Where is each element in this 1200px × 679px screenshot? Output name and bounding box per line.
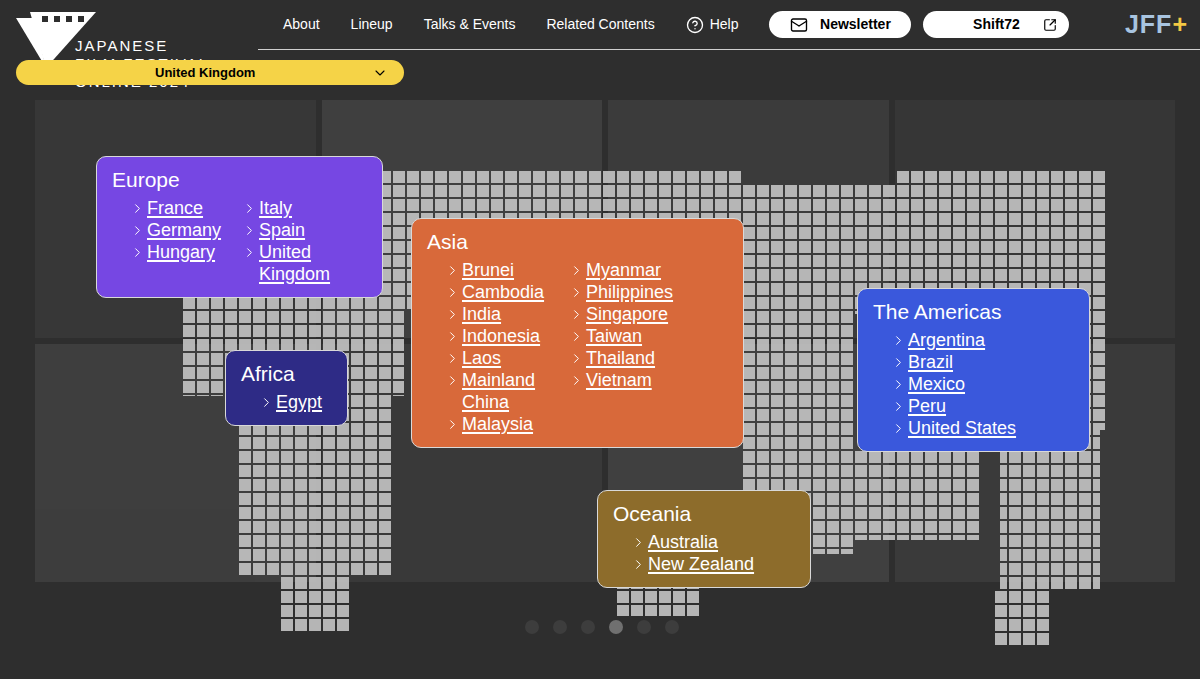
country-link[interactable]: Brazil (908, 351, 953, 373)
chevron-right-icon (445, 373, 460, 388)
region-card: Africa Egypt (225, 350, 348, 426)
chevron-right-icon (631, 535, 646, 550)
country-column: MyanmarPhilippinesSingaporeTaiwanThailan… (569, 259, 699, 435)
country-link[interactable]: Brunei (462, 259, 514, 281)
country-link[interactable]: Myanmar (586, 259, 661, 281)
country-link[interactable]: Thailand (586, 347, 655, 369)
country-link[interactable]: Taiwan (586, 325, 642, 347)
country-column: AustraliaNew Zealand (631, 531, 754, 575)
country-link[interactable]: Laos (462, 347, 501, 369)
country-link[interactable]: Mexico (908, 373, 965, 395)
header: JAPANESEFILM FESTIVALONLINE 2024 About Lin… (0, 0, 1200, 100)
chevron-right-icon (569, 373, 584, 388)
chevron-right-icon (569, 329, 584, 344)
region-card: Asia BruneiCambodiaIndiaIndonesiaLaosMain… (411, 218, 744, 448)
chevron-right-icon (891, 399, 906, 414)
mail-icon (790, 16, 808, 34)
nav-link[interactable]: Related Contents (546, 14, 654, 35)
region-card: EuropeFranceGermanyHungaryItalySpainUnit… (96, 156, 383, 298)
country-link[interactable]: Vietnam (586, 369, 652, 391)
region-title: The Americas (873, 299, 1079, 325)
country-link[interactable]: United Kingdom (259, 241, 352, 285)
chevron-right-icon (445, 263, 460, 278)
chevron-right-icon (445, 417, 460, 432)
country-link[interactable]: Indonesia (462, 325, 540, 347)
region-title: Europe (112, 167, 372, 193)
country-link[interactable]: Cambodia (462, 281, 544, 303)
country-link[interactable]: New Zealand (648, 553, 754, 575)
nav-link[interactable]: Help (686, 14, 739, 35)
carousel-dot[interactable] (637, 620, 651, 634)
country-column: FranceGermanyHungary (130, 197, 228, 285)
carousel-dots (525, 620, 679, 634)
region-title: Asia (427, 229, 733, 255)
page: JAPANESEFILM FESTIVALONLINE 2024 About Lin… (0, 0, 1200, 679)
country-link[interactable]: Singapore (586, 303, 668, 325)
country-link[interactable]: Hungary (147, 241, 215, 263)
chevron-right-icon (569, 307, 584, 322)
region-title: Africa (241, 361, 337, 387)
nav-link[interactable]: Lineup (351, 14, 393, 35)
nav-link[interactable]: About (283, 14, 320, 35)
carousel-dot[interactable] (581, 620, 595, 634)
chevron-right-icon (242, 223, 257, 238)
jff-plus-logo[interactable]: JFF+ (1125, 6, 1188, 44)
country-link[interactable]: India (462, 303, 501, 325)
country-link[interactable]: Peru (908, 395, 946, 417)
nav-bar: About Lineup Talks & Events Related Content… (258, 0, 1200, 50)
carousel-dot[interactable] (525, 620, 539, 634)
hero-map: EuropeFranceGermanyHungaryItalySpainUnit… (0, 100, 1200, 679)
chevron-right-icon (891, 355, 906, 370)
country-column: BruneiCambodiaIndiaIndonesiaLaosMainland… (445, 259, 555, 435)
logo-text: JAPANESE (75, 37, 209, 55)
country-link[interactable]: Argentina (908, 329, 985, 351)
help-icon (686, 16, 704, 34)
chevron-down-icon (372, 65, 388, 81)
country-link[interactable]: Spain (259, 219, 305, 241)
country-link[interactable]: Malaysia (462, 413, 533, 435)
nav-link[interactable]: Talks & Events (424, 14, 516, 35)
chevron-right-icon (130, 201, 145, 216)
carousel-dot[interactable] (553, 620, 567, 634)
festival-logo[interactable]: JAPANESEFILM FESTIVALONLINE 2024 (0, 0, 258, 100)
country-link[interactable]: Italy (259, 197, 292, 219)
carousel-dot[interactable] (609, 620, 623, 634)
country-column: ArgentinaBrazilMexicoPeruUnited States (891, 329, 1016, 439)
region-select[interactable]: United Kingdom (16, 60, 404, 85)
country-link[interactable]: Egypt (276, 391, 322, 413)
chevron-right-icon (242, 245, 257, 260)
country-link[interactable]: Mainland China (462, 369, 555, 413)
country-link[interactable]: Australia (648, 531, 718, 553)
chevron-right-icon (130, 245, 145, 260)
country-link[interactable]: France (147, 197, 203, 219)
region-card: The Americas ArgentinaBrazilMexicoPeruUni… (857, 288, 1090, 452)
chevron-right-icon (569, 351, 584, 366)
chevron-right-icon (130, 223, 145, 238)
country-link[interactable]: United States (908, 417, 1016, 439)
chevron-right-icon (891, 377, 906, 392)
chevron-right-icon (569, 263, 584, 278)
chevron-right-icon (631, 557, 646, 572)
newsletter-button[interactable]: Newsletter (769, 11, 911, 38)
chevron-right-icon (569, 285, 584, 300)
chevron-right-icon (259, 395, 274, 410)
region-card: Oceania AustraliaNew Zealand (597, 490, 811, 588)
carousel-dot[interactable] (665, 620, 679, 634)
chevron-right-icon (891, 421, 906, 436)
country-link[interactable]: Germany (147, 219, 221, 241)
chevron-right-icon (445, 351, 460, 366)
country-column: Egypt (259, 391, 322, 413)
chevron-right-icon (891, 333, 906, 348)
shift72-button[interactable]: Shift72 (923, 11, 1069, 38)
chevron-right-icon (445, 307, 460, 322)
country-link[interactable]: Philippines (586, 281, 673, 303)
external-link-icon (1043, 18, 1057, 32)
chevron-right-icon (242, 201, 257, 216)
chevron-right-icon (445, 285, 460, 300)
region-title: Oceania (613, 501, 800, 527)
chevron-right-icon (445, 329, 460, 344)
country-column: ItalySpainUnited Kingdom (242, 197, 352, 285)
